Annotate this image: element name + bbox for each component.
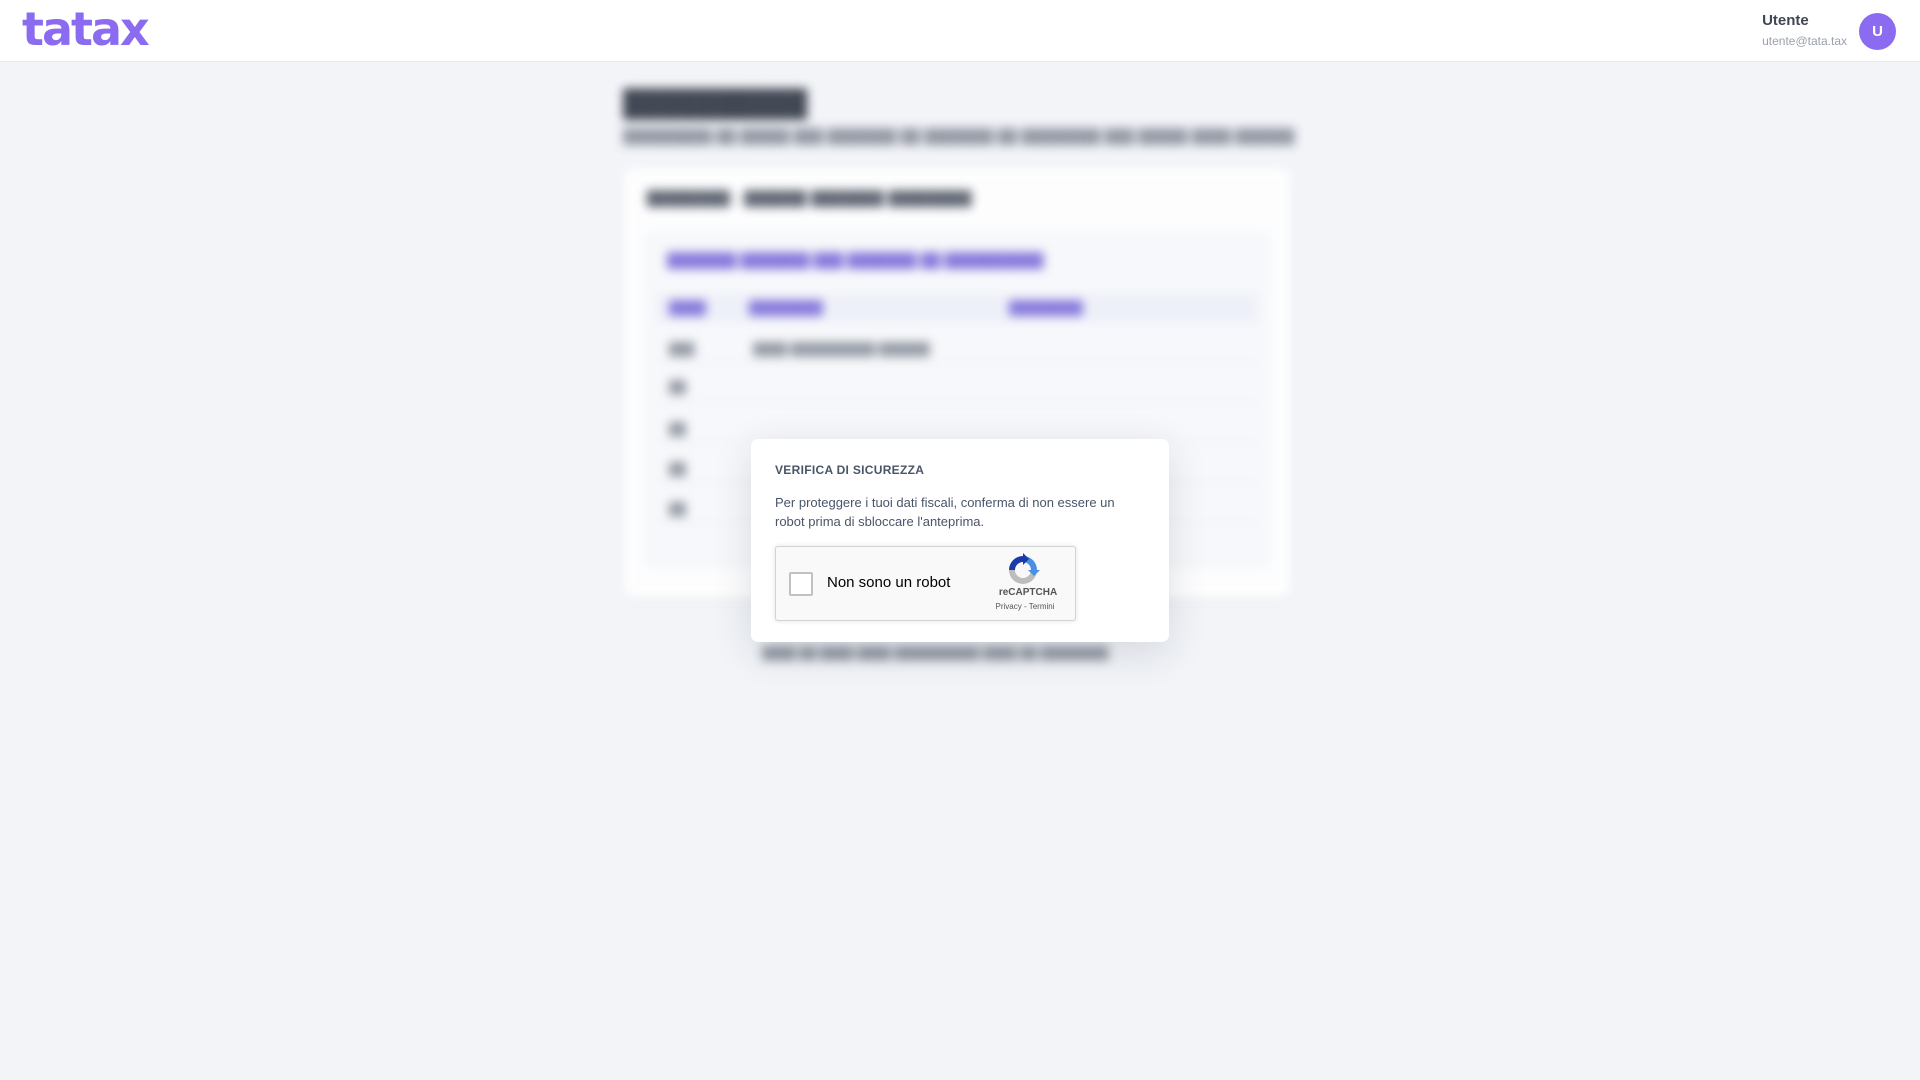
user-email: utente@tata.tax — [1762, 34, 1847, 48]
top-header: tatax Utente utente@tata.tax U — [0, 0, 1920, 62]
blurred-table-header: ████ ████████ ████████ — [657, 294, 1257, 322]
blurred-cell: ██ — [669, 380, 687, 394]
blurred-card-heading: ████████ · ██████ ███████ ████████ — [647, 190, 972, 206]
recaptcha-label[interactable]: Non sono un robot — [827, 574, 950, 591]
recaptcha-checkbox[interactable] — [789, 572, 813, 596]
recaptcha-logo-icon — [1009, 553, 1040, 584]
blurred-cell: ████ ██████████ ██████ — [753, 342, 930, 356]
blurred-page-subtitle: █████████ ██ █████ ███ ███████ ██ ██████… — [623, 128, 1295, 144]
recaptcha-terms-link[interactable]: Termini — [1029, 602, 1055, 611]
blurred-row-divider — [657, 402, 1257, 403]
modal-description: Per proteggere i tuoi dati fiscali, conf… — [775, 495, 1115, 529]
avatar[interactable]: U — [1859, 13, 1896, 50]
blurred-row-divider — [657, 362, 1257, 363]
blurred-footnote: ████ ██ ████ ████ ██████████ ████ ██ ███… — [762, 646, 1109, 660]
blurred-cell: ███ — [669, 342, 695, 356]
modal-title: VERIFICA DI SICUREZZA — [775, 463, 925, 477]
recaptcha-widget[interactable]: Non sono un robot reCAPTCHA Privacy - Te… — [775, 546, 1076, 621]
blurred-cell: ██ — [669, 462, 687, 476]
blurred-column: ████ — [669, 300, 706, 315]
recaptcha-links: Privacy - Termini — [985, 602, 1065, 611]
recaptcha-brand: reCAPTCHA — [998, 587, 1058, 598]
blurred-page-title: ██████████ — [623, 88, 808, 118]
recaptcha-link-separator: - — [1021, 602, 1029, 611]
blurred-preview-heading: ███████ ███████ ███ ███████ ██ █████████… — [667, 252, 1044, 268]
blurred-cell: ██ — [669, 422, 687, 436]
user-info[interactable]: Utente utente@tata.tax — [1762, 12, 1847, 52]
security-verification-modal: VERIFICA DI SICUREZZA Per proteggere i t… — [751, 439, 1169, 642]
blurred-column: ████████ — [749, 300, 823, 315]
tatax-logo[interactable]: tatax — [22, 4, 150, 54]
user-name: Utente — [1762, 12, 1809, 29]
blurred-cell: ██ — [669, 502, 687, 516]
blurred-column: ████████ — [1009, 300, 1083, 315]
recaptcha-privacy-link[interactable]: Privacy — [996, 602, 1022, 611]
